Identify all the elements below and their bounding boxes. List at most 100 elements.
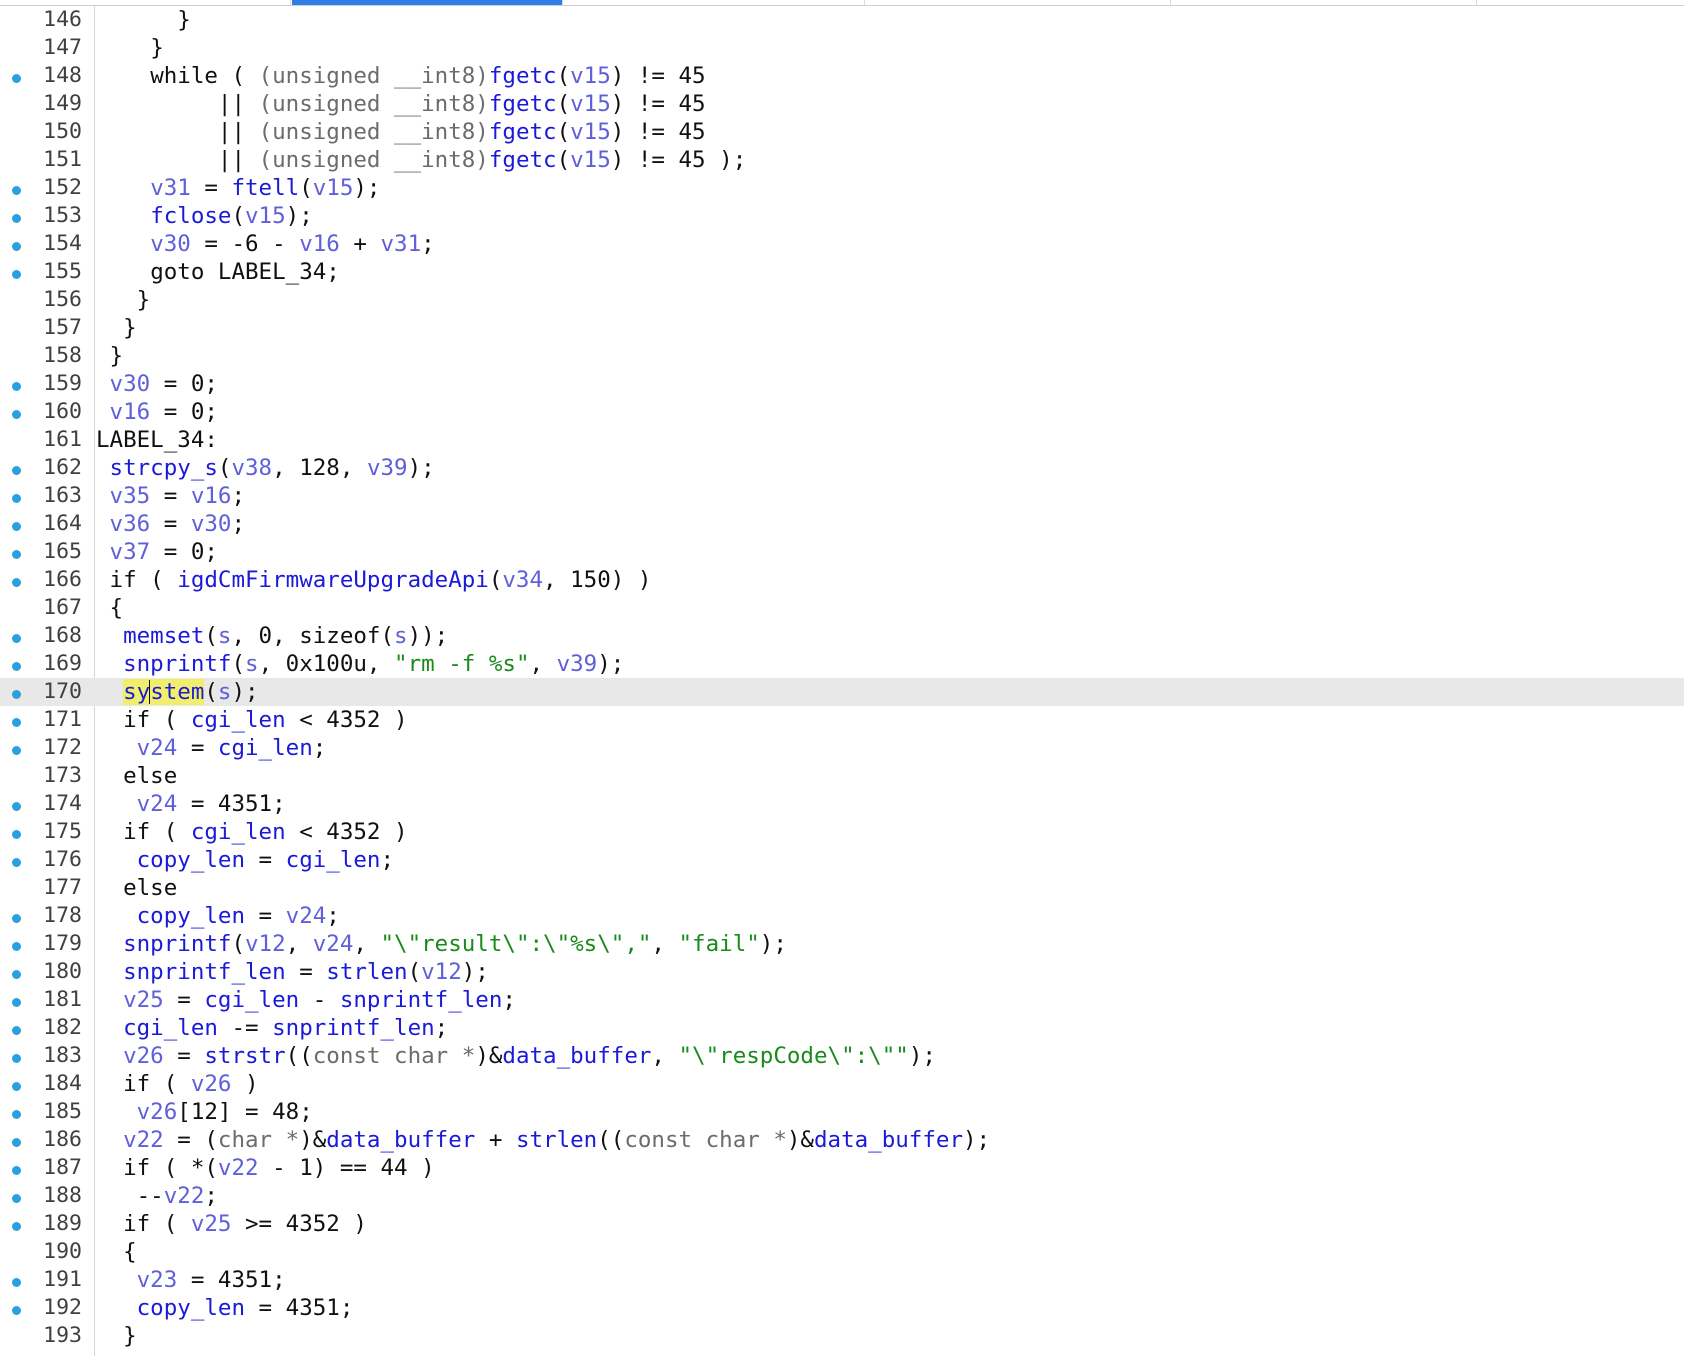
code-text[interactable]: v37 = 0; (96, 538, 218, 566)
code-text[interactable]: { (96, 1238, 137, 1266)
code-line[interactable]: 174 v24 = 4351; (0, 790, 1684, 818)
code-line[interactable]: 164 v36 = v30; (0, 510, 1684, 538)
code-text[interactable]: if ( v26 ) (96, 1070, 258, 1098)
code-line[interactable]: 152 v31 = ftell(v15); (0, 174, 1684, 202)
breakpoint-dot-icon[interactable] (12, 186, 21, 195)
code-line[interactable]: 188 --v22; (0, 1182, 1684, 1210)
code-line[interactable]: 159 v30 = 0; (0, 370, 1684, 398)
code-line[interactable]: 189 if ( v25 >= 4352 ) (0, 1210, 1684, 1238)
breakpoint-dot-icon[interactable] (12, 1194, 21, 1203)
code-text[interactable]: strcpy_s(v38, 128, v39); (96, 454, 435, 482)
breakpoint-dot-icon[interactable] (12, 998, 21, 1007)
code-text[interactable]: v16 = 0; (96, 398, 218, 426)
code-text[interactable]: v31 = ftell(v15); (96, 174, 380, 202)
code-line[interactable]: 180 snprintf_len = strlen(v12); (0, 958, 1684, 986)
code-text[interactable]: else (96, 874, 177, 902)
code-line[interactable]: 151 || (unsigned __int8)fgetc(v15) != 45… (0, 146, 1684, 174)
breakpoint-dot-icon[interactable] (12, 1082, 21, 1091)
code-text[interactable]: v26 = strstr((const char *)&data_buffer,… (96, 1042, 936, 1070)
code-line[interactable]: 158 } (0, 342, 1684, 370)
code-text[interactable]: copy_len = v24; (96, 902, 340, 930)
breakpoint-dot-icon[interactable] (12, 270, 21, 279)
code-text[interactable]: || (unsigned __int8)fgetc(v15) != 45 (96, 118, 706, 146)
breakpoint-dot-icon[interactable] (12, 242, 21, 251)
code-text[interactable]: fclose(v15); (96, 202, 313, 230)
breakpoint-dot-icon[interactable] (12, 1110, 21, 1119)
code-line[interactable]: 187 if ( *(v22 - 1) == 44 ) (0, 1154, 1684, 1182)
code-text[interactable]: || (unsigned __int8)fgetc(v15) != 45 (96, 90, 706, 118)
code-line[interactable]: 184 if ( v26 ) (0, 1070, 1684, 1098)
code-text[interactable]: v24 = cgi_len; (96, 734, 327, 762)
breakpoint-dot-icon[interactable] (12, 914, 21, 923)
code-text[interactable]: v26[12] = 48; (96, 1098, 313, 1126)
code-text[interactable]: || (unsigned __int8)fgetc(v15) != 45 ); (96, 146, 746, 174)
code-text[interactable]: if ( cgi_len < 4352 ) (96, 706, 407, 734)
breakpoint-dot-icon[interactable] (12, 1026, 21, 1035)
breakpoint-dot-icon[interactable] (12, 970, 21, 979)
code-line[interactable]: 168 memset(s, 0, sizeof(s)); (0, 622, 1684, 650)
code-text[interactable]: { (96, 594, 124, 622)
code-line[interactable]: 162 strcpy_s(v38, 128, v39); (0, 454, 1684, 482)
code-line[interactable]: 193 } (0, 1322, 1684, 1350)
breakpoint-dot-icon[interactable] (12, 494, 21, 503)
code-text[interactable]: goto LABEL_34; (96, 258, 340, 286)
breakpoint-dot-icon[interactable] (12, 1306, 21, 1315)
code-text[interactable]: v35 = v16; (96, 482, 245, 510)
code-text[interactable]: } (96, 342, 124, 370)
code-text[interactable]: v30 = -6 - v16 + v31; (96, 230, 434, 258)
code-text[interactable]: if ( igdCmFirmwareUpgradeApi(v34, 150) ) (96, 566, 652, 594)
code-text[interactable]: v22 = (char *)&data_buffer + strlen((con… (96, 1126, 990, 1154)
code-text[interactable]: LABEL_34: (96, 426, 218, 454)
code-text[interactable]: v25 = cgi_len - snprintf_len; (96, 986, 516, 1014)
code-text[interactable]: v36 = v30; (96, 510, 245, 538)
code-line[interactable]: 176 copy_len = cgi_len; (0, 846, 1684, 874)
breakpoint-dot-icon[interactable] (12, 1054, 21, 1063)
breakpoint-dot-icon[interactable] (12, 830, 21, 839)
breakpoint-dot-icon[interactable] (12, 410, 21, 419)
code-line[interactable]: 149 || (unsigned __int8)fgetc(v15) != 45 (0, 90, 1684, 118)
code-line[interactable]: 182 cgi_len -= snprintf_len; (0, 1014, 1684, 1042)
code-line[interactable]: 163 v35 = v16; (0, 482, 1684, 510)
code-line[interactable]: 172 v24 = cgi_len; (0, 734, 1684, 762)
code-line[interactable]: 153 fclose(v15); (0, 202, 1684, 230)
code-line[interactable]: 171 if ( cgi_len < 4352 ) (0, 706, 1684, 734)
code-text[interactable]: } (96, 34, 164, 62)
breakpoint-dot-icon[interactable] (12, 1138, 21, 1147)
code-line[interactable]: 177 else (0, 874, 1684, 902)
code-text[interactable]: v24 = 4351; (96, 790, 286, 818)
code-text[interactable]: } (96, 6, 191, 34)
breakpoint-dot-icon[interactable] (12, 746, 21, 755)
breakpoint-dot-icon[interactable] (12, 1278, 21, 1287)
code-line[interactable]: 154 v30 = -6 - v16 + v31; (0, 230, 1684, 258)
breakpoint-dot-icon[interactable] (12, 802, 21, 811)
code-text[interactable]: system(s); (96, 678, 259, 706)
breakpoint-dot-icon[interactable] (12, 634, 21, 643)
code-line[interactable]: 160 v16 = 0; (0, 398, 1684, 426)
breakpoint-dot-icon[interactable] (12, 1222, 21, 1231)
code-line[interactable]: 155 goto LABEL_34; (0, 258, 1684, 286)
code-line[interactable]: 169 snprintf(s, 0x100u, "rm -f %s", v39)… (0, 650, 1684, 678)
code-text[interactable]: v30 = 0; (96, 370, 218, 398)
code-line[interactable]: 167 { (0, 594, 1684, 622)
code-text[interactable]: snprintf(s, 0x100u, "rm -f %s", v39); (96, 650, 624, 678)
code-text[interactable]: cgi_len -= snprintf_len; (96, 1014, 448, 1042)
code-line[interactable]: 157 } (0, 314, 1684, 342)
code-line[interactable]: 147 } (0, 34, 1684, 62)
code-line[interactable]: 150 || (unsigned __int8)fgetc(v15) != 45 (0, 118, 1684, 146)
code-line[interactable]: 166 if ( igdCmFirmwareUpgradeApi(v34, 15… (0, 566, 1684, 594)
breakpoint-dot-icon[interactable] (12, 1166, 21, 1175)
code-text[interactable]: snprintf(v12, v24, "\"result\":\"%s\",",… (96, 930, 787, 958)
breakpoint-dot-icon[interactable] (12, 858, 21, 867)
breakpoint-dot-icon[interactable] (12, 214, 21, 223)
code-text[interactable]: else (96, 762, 177, 790)
code-line[interactable]: 156 } (0, 286, 1684, 314)
code-line-current[interactable]: 170 system(s); (0, 678, 1684, 706)
code-text[interactable]: } (96, 1322, 137, 1350)
code-line[interactable]: 179 snprintf(v12, v24, "\"result\":\"%s\… (0, 930, 1684, 958)
code-text[interactable]: while ( (unsigned __int8)fgetc(v15) != 4… (96, 62, 705, 90)
code-line[interactable]: 183 v26 = strstr((const char *)&data_buf… (0, 1042, 1684, 1070)
code-text[interactable]: memset(s, 0, sizeof(s)); (96, 622, 448, 650)
code-line[interactable]: 185 v26[12] = 48; (0, 1098, 1684, 1126)
breakpoint-dot-icon[interactable] (12, 690, 21, 699)
code-line[interactable]: 148 while ( (unsigned __int8)fgetc(v15) … (0, 62, 1684, 90)
